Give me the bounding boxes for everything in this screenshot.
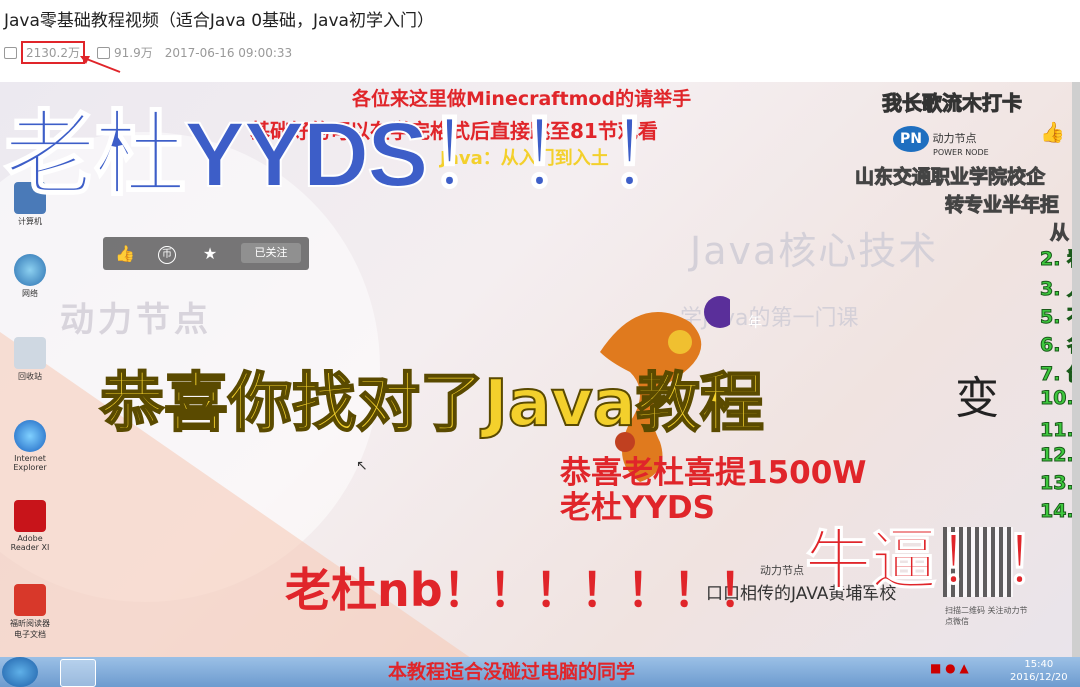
thumbs-up-icon: 👍 — [1040, 120, 1065, 144]
desktop-icon-foxit: 福昕阅读器电子文档 — [8, 584, 52, 640]
taskbar-app-button[interactable] — [60, 659, 96, 687]
start-button[interactable] — [2, 657, 38, 687]
network-icon — [14, 254, 46, 286]
video-header: Java零基础教程视频（适合Java 0基础，Java初学入门） 2130.2万… — [0, 0, 1080, 73]
pn-logo-icon: PN — [893, 126, 929, 152]
foxit-reader-icon — [14, 584, 46, 616]
desktop-icon-label: Adobe Reader XI — [10, 534, 50, 552]
desktop-icon-label: 回收站 — [18, 372, 42, 381]
annotation-arrow-icon — [80, 56, 121, 73]
mouse-cursor-icon: ↖ — [356, 458, 368, 474]
video-title: Java零基础教程视频（适合Java 0基础，Java初学入门） — [4, 11, 434, 31]
desktop-icon-network: 网络 — [8, 254, 52, 299]
scrollbar[interactable] — [1072, 82, 1080, 672]
like-button[interactable]: 👍 — [115, 244, 135, 264]
danmaku-red-niubi: 牛逼！！ — [805, 522, 1070, 600]
video-stats: 2130.2万 91.9万 2017-06-16 09:00:33 — [4, 41, 304, 64]
danmaku-right-top: 我长歌流木打卡 — [882, 91, 1023, 116]
brand-en: POWER NODE — [933, 148, 989, 157]
desktop-icon-adobe: Adobe Reader XI — [8, 500, 52, 552]
danmaku-red-nb: 老杜nb！！！！！！！ — [285, 563, 765, 617]
pn-small-label: 动力节点 — [760, 564, 804, 577]
desktop-icon-label: 福昕阅读器电子文档 — [10, 619, 50, 639]
danmaku-red-mid2: 老杜YYDS — [560, 490, 715, 526]
desktop-icon-recycle: 回收站 — [8, 337, 52, 382]
desktop-icon-label: Internet Explorer — [13, 454, 47, 472]
danmaku-bottom: 本教程适合没碰过电脑的同学 — [388, 661, 636, 683]
right-text-line1: 山东交通职业学院校企 — [854, 166, 1046, 189]
year-char: 年 — [748, 315, 762, 331]
system-tray: ■ ● ▲ — [930, 661, 969, 675]
desktop-icon-label: 计算机 — [18, 217, 42, 226]
desktop-icon-ie: Internet Explorer — [8, 420, 52, 472]
coin-button[interactable]: 币 — [158, 246, 176, 264]
follow-button[interactable]: 已关注 — [241, 243, 301, 263]
power-node-logo: PN 动力节点 POWER NODE — [893, 126, 989, 157]
adobe-reader-icon — [14, 500, 46, 532]
bian-char: 变 — [955, 373, 999, 424]
java-core-title: Java核心技术 — [690, 229, 939, 273]
danmaku-big-blue: 老杜YYDS！！！ — [3, 103, 700, 207]
right-text-line2: 转专业半年拒 — [944, 194, 1060, 217]
views-stat: 2130.2万 — [4, 41, 85, 64]
watermark-logo: 动力节点 — [60, 300, 212, 340]
danmaku-yellow-big: 恭喜你找对了Java教程 — [99, 366, 765, 442]
taskbar-clock: 15:40 2016/12/20 — [1010, 658, 1068, 684]
recycle-bin-icon — [14, 337, 46, 369]
internet-explorer-icon — [14, 420, 46, 452]
qr-caption: 扫描二维码 关注动力节点微信 — [945, 606, 1028, 626]
favorite-button[interactable]: ★ — [200, 244, 220, 264]
right-text-line3: 从 — [1049, 222, 1070, 245]
brand-name: 动力节点 — [932, 132, 977, 145]
video-player[interactable]: 计算机 网络 回收站 Internet Explorer Adobe Reade… — [0, 82, 1080, 687]
publish-time: 2017-06-16 09:00:33 — [164, 45, 293, 60]
clock-time: 15:40 — [1024, 659, 1054, 670]
clock-date: 2016/12/20 — [1010, 672, 1068, 683]
play-count-icon — [4, 46, 17, 59]
video-action-toolbar: 👍 币 ★ 已关注 — [103, 237, 309, 270]
views-count: 2130.2万 — [21, 41, 85, 64]
desktop-icon-label: 网络 — [22, 289, 38, 298]
